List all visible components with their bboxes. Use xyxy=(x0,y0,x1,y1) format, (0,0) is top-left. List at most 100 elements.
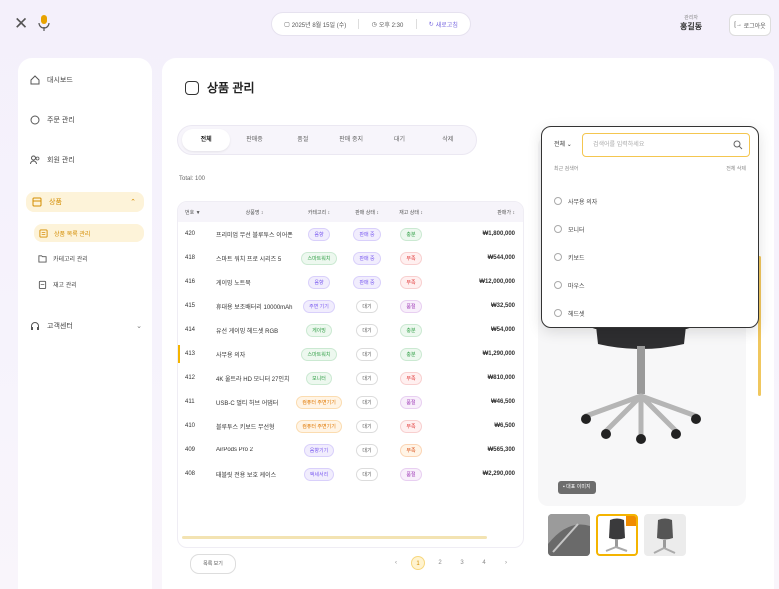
cell-name: 스마트 워치 프로 시리즈 5 xyxy=(216,256,282,263)
cell-stock-status: 부족 xyxy=(389,371,433,385)
logout-icon: [→ xyxy=(734,22,742,28)
tab-on-sale[interactable]: 판매중 xyxy=(230,129,278,151)
col-number[interactable]: 번호 ▼ xyxy=(178,209,208,216)
sidebar-item-orders[interactable]: 주문 관리 xyxy=(30,115,75,125)
cell-name: 블루투스 키보드 무선형 xyxy=(216,424,275,431)
cell-sale-status-badge: 대기 xyxy=(356,467,378,481)
sidebar-item-inventory[interactable]: 재고 관리 xyxy=(38,280,77,289)
table-row[interactable]: 418 스마트 워치 프로 시리즈 5 스마트워치 판매 중 부족 ₩544,000 xyxy=(178,246,523,270)
col-price[interactable]: 판매가 ↕ xyxy=(433,209,521,216)
chevron-down-icon: ⌄ xyxy=(136,323,142,330)
refresh-button[interactable]: ↻ 새로고침 xyxy=(429,20,458,29)
cell-price: ₩54,000 xyxy=(490,327,515,333)
table-row[interactable]: 413 사무용 의자 스마트워치 대기 충분 ₩1,290,000 xyxy=(178,342,523,366)
cell-name: 4K 울트라 HD 모니터 27인치 xyxy=(216,376,290,383)
recent-search-item[interactable]: 사무용 의자 xyxy=(554,187,597,215)
thumbnail[interactable] xyxy=(644,514,686,556)
cell-price: ₩12,000,000 xyxy=(479,279,515,285)
page-title: 상품 관리 xyxy=(185,79,255,96)
list-view-button[interactable]: 목록 보기 xyxy=(190,554,236,574)
cell-name: AirPods Pro 2 xyxy=(216,447,254,453)
clipboard-icon xyxy=(38,280,47,289)
recent-search-item[interactable]: 헤드셋 xyxy=(554,299,597,327)
cell-price: ₩46,500 xyxy=(490,399,515,405)
table-row[interactable]: 409 AirPods Pro 2 음향기기 대기 부족 ₩565,300 xyxy=(178,438,523,462)
page-4[interactable]: 4 xyxy=(477,556,491,570)
table-row[interactable]: 410 블루투스 키보드 무선형 컴퓨터 주변기기 대기 부족 ₩6,500 xyxy=(178,414,523,438)
sidebar-group-products[interactable]: 상품 ⌃ xyxy=(26,192,144,212)
clear-all-button[interactable]: 전체 삭제 xyxy=(726,165,746,172)
cell-category-badge: 게이밍 xyxy=(306,323,332,337)
tab-deleted[interactable]: 삭제 xyxy=(424,129,472,151)
table-row[interactable]: 420 프리미엄 무선 블루투스 이어폰 음향 판매 중 충분 ₩1,800,000 xyxy=(178,222,523,246)
cell-stock-status-badge: 품절 xyxy=(400,467,422,481)
recent-search-item[interactable]: 키보드 xyxy=(554,243,597,271)
chevron-up-icon: ⌃ xyxy=(130,199,136,206)
cell-stock-status-badge: 충분 xyxy=(400,227,422,241)
recent-search-item[interactable]: 모니터 xyxy=(554,215,597,243)
cell-stock-status-badge: 부족 xyxy=(400,275,422,289)
sidebar-item-product-list[interactable]: 상품 목록 관리 xyxy=(34,224,144,242)
table-row[interactable]: 408 태블릿 전용 보호 케이스 액세서리 대기 품절 ₩2,290,000 xyxy=(178,462,523,486)
page-2[interactable]: 2 xyxy=(433,556,447,570)
table-row[interactable]: 414 유선 게이밍 헤드셋 RGB 게이밍 대기 충분 ₩54,000 xyxy=(178,318,523,342)
cell-sale-status-badge: 대기 xyxy=(356,299,378,313)
cell-category: 컴퓨터 주변기기 xyxy=(293,419,345,433)
tab-sold-out[interactable]: 품절 xyxy=(279,129,327,151)
table-row[interactable]: 412 4K 울트라 HD 모니터 27인치 모니터 대기 부족 ₩810,000 xyxy=(178,366,523,390)
page-1[interactable]: 1 xyxy=(411,556,425,570)
page-3[interactable]: 3 xyxy=(455,556,469,570)
table-row[interactable]: 411 USB-C 멀티 허브 어댑터 컴퓨터 주변기기 대기 품절 ₩46,500 xyxy=(178,390,523,414)
cell-sale-status: 대기 xyxy=(345,443,389,457)
sidebar-item-support[interactable]: 고객센터 ⌄ xyxy=(30,321,142,331)
horizontal-scrollbar[interactable] xyxy=(182,536,487,539)
cell-category-badge: 스마트워치 xyxy=(301,251,337,265)
table-row[interactable]: 416 게이밍 노트북 음향 판매 중 부족 ₩12,000,000 xyxy=(178,270,523,294)
cell-stock-status: 충분 xyxy=(389,227,433,241)
search-scope-select[interactable]: 전체 ⌄ xyxy=(554,139,572,148)
close-icon[interactable]: ✕ xyxy=(14,14,28,34)
sidebar-item-members[interactable]: 회원 관리 xyxy=(30,155,75,165)
cell-number: 410 xyxy=(185,423,196,429)
cell-sale-status: 대기 xyxy=(345,299,389,313)
col-category[interactable]: 카테고리 ↕ xyxy=(293,209,345,216)
table-row[interactable]: 415 휴대용 보조배터리 10000mAh 주변 기기 대기 품절 ₩32,500 xyxy=(178,294,523,318)
cell-stock-status: 부족 xyxy=(389,419,433,433)
cell-category-badge: 음향 xyxy=(308,227,330,241)
search-input[interactable]: 검색어를 입력하세요 xyxy=(582,133,750,157)
cell-stock-status-badge: 품절 xyxy=(400,299,422,313)
recent-search-item[interactable]: 마우스 xyxy=(554,271,597,299)
user-info[interactable]: 관리자 홍길동 xyxy=(680,14,702,32)
thumbnail-selected[interactable] xyxy=(596,514,638,556)
tab-pending[interactable]: 대기 xyxy=(375,129,423,151)
cell-number: 411 xyxy=(185,399,195,405)
tab-all[interactable]: 전체 xyxy=(182,129,231,151)
recent-search-list: 사무용 의자 모니터 키보드 마우스 헤드셋 xyxy=(554,187,597,327)
cell-price: ₩2,290,000 xyxy=(482,471,515,477)
document-icon xyxy=(39,228,48,238)
search-icon[interactable] xyxy=(733,140,743,150)
page-next[interactable]: › xyxy=(499,556,513,570)
cell-sale-status-badge: 대기 xyxy=(356,371,378,385)
cell-sale-status: 대기 xyxy=(345,323,389,337)
sidebar-item-categories[interactable]: 카테고리 관리 xyxy=(38,254,88,263)
table-header: 번호 ▼ 상품명 ↕ 카테고리 ↕ 판매 상태 ↕ 재고 상태 ↕ 판매가 ↕ xyxy=(178,202,523,222)
tab-suspended[interactable]: 판매 중지 xyxy=(327,129,375,151)
sidebar-item-dashboard[interactable]: 대시보드 xyxy=(30,75,73,85)
col-sale-status[interactable]: 판매 상태 ↕ xyxy=(345,209,389,216)
page-prev[interactable]: ‹ xyxy=(389,556,403,570)
col-name[interactable]: 상품명 ↕ xyxy=(208,209,293,216)
cell-category: 음향기기 xyxy=(293,443,345,457)
cell-price: ₩544,000 xyxy=(487,255,515,261)
cell-sale-status: 판매 중 xyxy=(345,251,389,265)
col-stock-status[interactable]: 재고 상태 ↕ xyxy=(389,209,433,216)
cell-sale-status: 판매 중 xyxy=(345,227,389,241)
thumbnail[interactable] xyxy=(548,514,590,556)
logout-button[interactable]: [→ 로그아웃 xyxy=(729,14,771,36)
cell-stock-status-badge: 품절 xyxy=(400,395,422,409)
chair-mesh-thumbnail-image xyxy=(548,514,590,556)
cell-number: 409 xyxy=(185,447,196,453)
cell-category: 스마트워치 xyxy=(293,251,345,265)
cell-category-badge: 스마트워치 xyxy=(301,347,337,361)
cell-price: ₩6,500 xyxy=(494,423,515,429)
